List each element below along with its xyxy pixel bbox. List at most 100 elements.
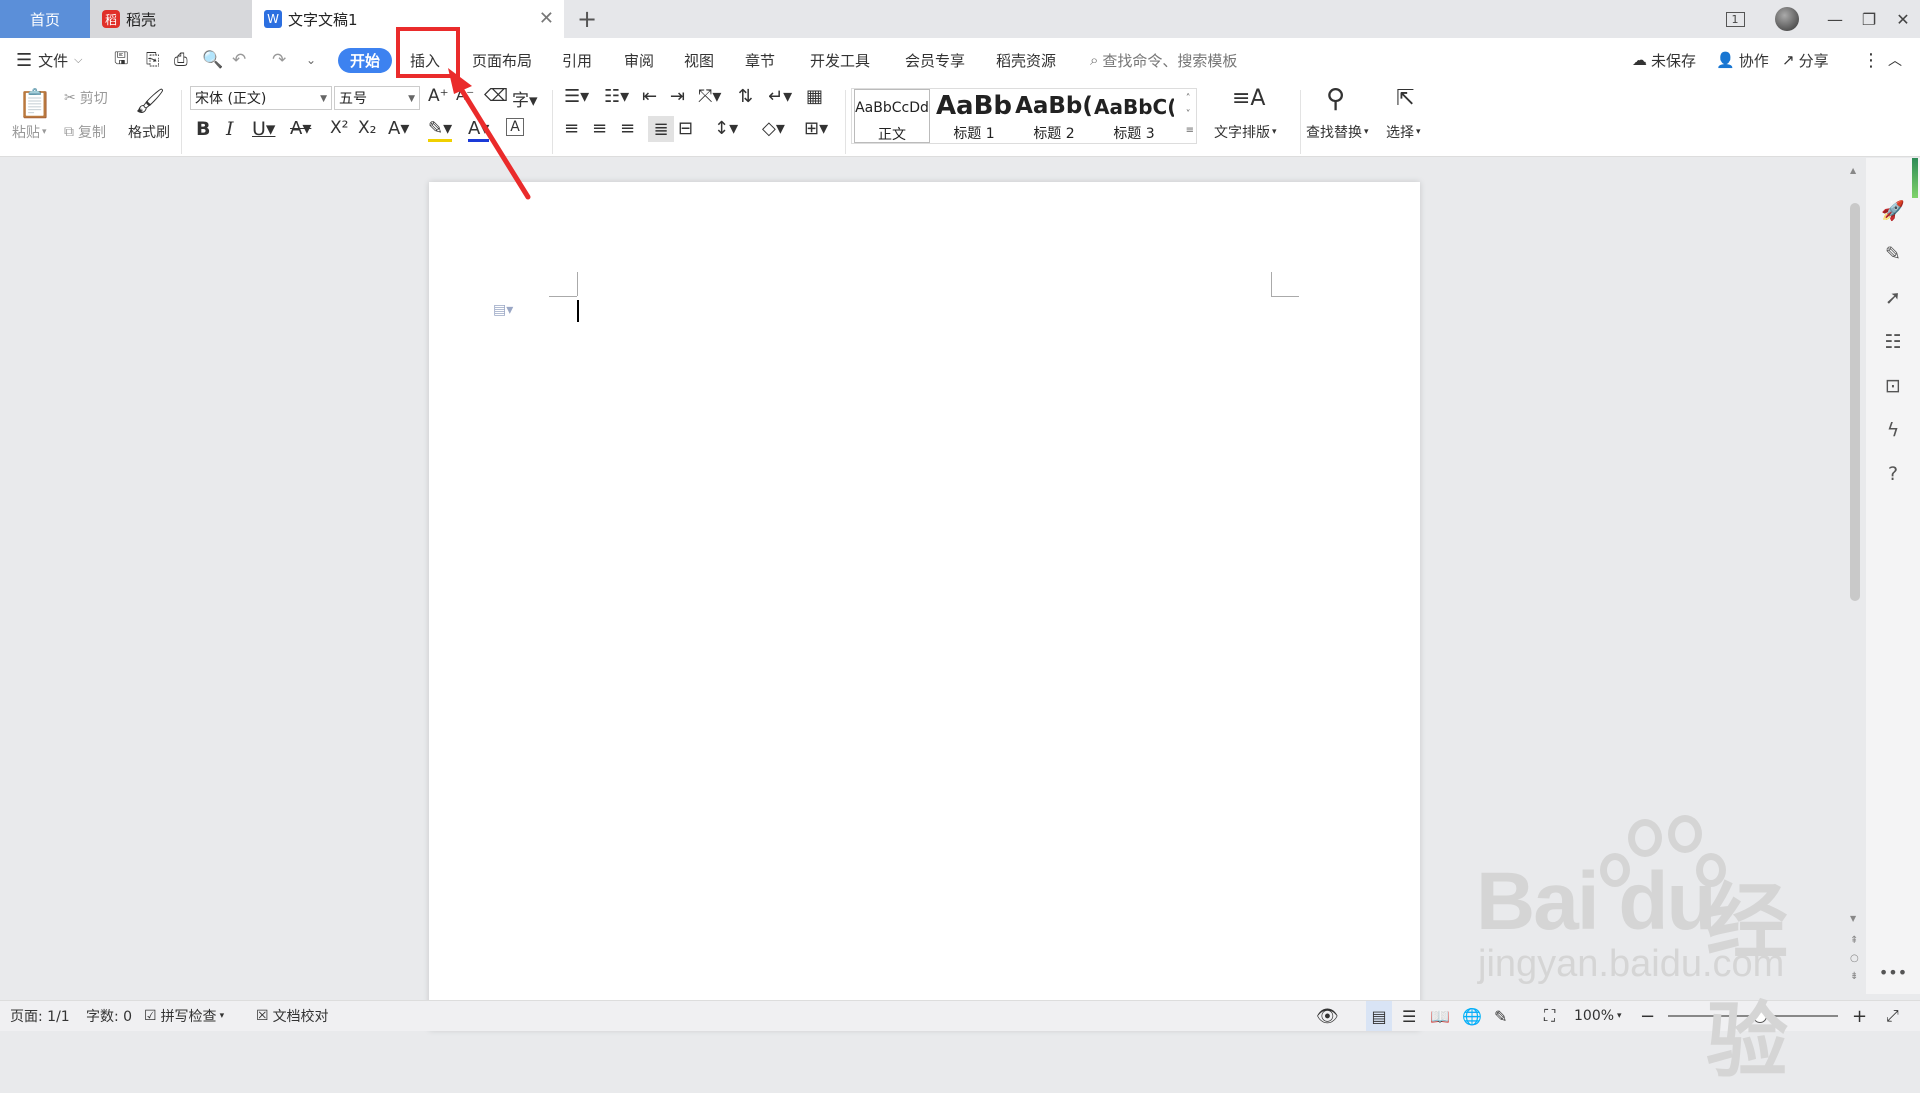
table-tabs-icon[interactable]: ▦: [806, 86, 823, 107]
clear-format-icon[interactable]: ⌫: [484, 86, 508, 106]
write-mode-icon[interactable]: ✎: [1494, 1001, 1507, 1031]
paragraph-layout-icon[interactable]: ▤▾: [493, 302, 513, 318]
char-border-icon[interactable]: A: [506, 118, 524, 136]
tab-daoke-resources[interactable]: 稻壳资源: [996, 38, 1056, 82]
highlight-icon[interactable]: ✎▾: [428, 118, 453, 142]
print-preview-icon[interactable]: 🔍: [202, 38, 223, 82]
superscript-icon[interactable]: X²: [330, 118, 348, 138]
line-spacing-icon[interactable]: ↕▾: [714, 118, 738, 139]
eye-protection-icon[interactable]: 👁: [1316, 1001, 1339, 1031]
tab-section[interactable]: 章节: [745, 38, 775, 82]
word-count[interactable]: 字数: 0: [86, 1001, 132, 1031]
style-normal[interactable]: AaBbCcDd 正文: [854, 89, 930, 143]
spell-check-button[interactable]: ☑ 拼写检查 ▾: [144, 1001, 224, 1031]
paste-icon[interactable]: 📋: [18, 86, 53, 120]
tab-start[interactable]: 开始: [338, 48, 392, 73]
chinese-layout-icon[interactable]: ⤧▾: [698, 86, 721, 107]
undo-icon[interactable]: ↶: [232, 38, 246, 82]
strikethrough-icon[interactable]: A▾: [290, 118, 311, 139]
style-heading-1[interactable]: AaBb 标题 1: [934, 89, 1014, 143]
reading-view-icon[interactable]: 📖: [1430, 1001, 1450, 1031]
decrease-indent-icon[interactable]: ⇤: [642, 86, 657, 107]
underline-icon[interactable]: U▾: [252, 118, 275, 140]
align-center-icon[interactable]: ≡: [592, 118, 607, 139]
text-effect-icon[interactable]: A▾: [388, 118, 409, 139]
collaborate-button[interactable]: 👤 协作: [1716, 38, 1769, 82]
export-pdf-icon[interactable]: ⎘: [146, 38, 160, 82]
align-right-icon[interactable]: ≡: [620, 118, 635, 139]
close-window-icon[interactable]: ✕: [1886, 0, 1920, 38]
close-icon[interactable]: ✕: [539, 8, 554, 29]
zoom-select[interactable]: 100% ▾: [1574, 1001, 1622, 1031]
document-page[interactable]: ▤▾: [429, 182, 1420, 1030]
show-marks-icon[interactable]: ↵▾: [768, 86, 792, 107]
vertical-scrollbar[interactable]: ▲ ▼ ⇞ ○ ⇟: [1846, 158, 1866, 994]
phonetic-guide-icon[interactable]: 字▾: [512, 86, 538, 111]
page-nav-icon[interactable]: ⇞ ○ ⇟: [1850, 932, 1859, 986]
tab-view[interactable]: 视图: [684, 38, 714, 82]
outline-view-icon[interactable]: ☰: [1402, 1001, 1416, 1031]
tab-references[interactable]: 引用: [562, 38, 592, 82]
page-count[interactable]: 页面: 1/1: [10, 1001, 70, 1031]
lightning-icon[interactable]: ϟ: [1881, 418, 1905, 442]
style-heading-3[interactable]: AaBbC(标题 3: [1094, 89, 1174, 143]
collapse-ribbon-icon[interactable]: ︿: [1888, 38, 1902, 82]
print-icon[interactable]: ⎙: [174, 38, 188, 82]
subscript-icon[interactable]: X₂: [358, 118, 376, 138]
decrease-font-icon[interactable]: A⁻: [456, 86, 474, 104]
find-icon[interactable]: ⚲: [1326, 84, 1345, 114]
increase-font-icon[interactable]: A⁺: [428, 86, 449, 106]
style-heading-2[interactable]: AaBb(标题 2: [1014, 89, 1094, 143]
tab-review[interactable]: 审阅: [624, 38, 654, 82]
zoom-in-icon[interactable]: +: [1852, 1001, 1867, 1031]
rocket-icon[interactable]: 🚀: [1881, 198, 1905, 222]
scroll-up-icon[interactable]: ▲: [1850, 166, 1856, 175]
text-layout-icon[interactable]: ≡A: [1232, 86, 1265, 111]
command-search[interactable]: ⌕ 查找命令、搜索模板: [1090, 38, 1237, 82]
numbered-list-icon[interactable]: ☷▾: [604, 86, 629, 107]
help-icon[interactable]: ?: [1881, 462, 1905, 486]
cursor-icon[interactable]: ➚: [1881, 286, 1905, 310]
tab-developer[interactable]: 开发工具: [810, 38, 870, 82]
tab-home[interactable]: 首页: [0, 0, 90, 38]
bold-icon[interactable]: B: [196, 118, 210, 140]
paste-button[interactable]: 粘贴 ▾: [12, 122, 47, 142]
more-options-icon[interactable]: ⋮: [1862, 38, 1880, 82]
borders-icon[interactable]: ⊞▾: [804, 118, 828, 139]
unsaved-button[interactable]: ☁ 未保存: [1632, 38, 1696, 82]
page-view-icon[interactable]: 1: [1720, 0, 1750, 38]
format-painter-button[interactable]: 格式刷: [128, 122, 170, 142]
scroll-down-icon[interactable]: ▼: [1850, 914, 1856, 923]
align-left-icon[interactable]: ≡: [564, 118, 579, 139]
proofread-button[interactable]: ☒ 文档校对: [256, 1001, 329, 1031]
redo-icon[interactable]: ↷: [272, 38, 286, 82]
restore-icon[interactable]: ❐: [1852, 0, 1886, 38]
sort-icon[interactable]: ⇅: [738, 86, 753, 107]
shading-icon[interactable]: ◇▾: [762, 118, 785, 139]
copy-button[interactable]: ⧉ 复制: [64, 122, 106, 142]
more-horizontal-icon[interactable]: •••: [1879, 960, 1907, 984]
file-menu[interactable]: ☰ 文件 ⌵: [16, 38, 83, 82]
style-scroll-icon[interactable]: ˄ ˅ ≡: [1186, 91, 1194, 139]
find-replace-button[interactable]: 查找替换 ▾: [1306, 122, 1369, 142]
fit-page-icon[interactable]: ⛶: [1544, 1001, 1555, 1031]
tab-daoke[interactable]: 稻稻壳: [90, 0, 252, 38]
save-icon[interactable]: 🖫: [114, 38, 128, 82]
cursor-select-icon[interactable]: ⇱: [1396, 86, 1414, 111]
web-view-icon[interactable]: 🌐: [1462, 1001, 1482, 1031]
quick-access-dropdown-icon[interactable]: ⌄: [306, 38, 316, 82]
image-edit-icon[interactable]: ⊡: [1881, 374, 1905, 398]
scrollbar-thumb[interactable]: [1850, 203, 1860, 601]
increase-indent-icon[interactable]: ⇥: [670, 86, 685, 107]
minimize-icon[interactable]: —: [1818, 0, 1852, 38]
cut-button[interactable]: ✂ 剪切: [64, 88, 108, 108]
sliders-icon[interactable]: ☷: [1881, 330, 1905, 354]
italic-icon[interactable]: I: [226, 118, 234, 140]
tab-page-layout[interactable]: 页面布局: [472, 38, 532, 82]
font-size-select[interactable]: 五号 ▼: [334, 86, 420, 110]
distributed-align-icon[interactable]: ⊟: [678, 118, 693, 139]
fullscreen-icon[interactable]: ⤢: [1886, 1001, 1899, 1031]
format-painter-icon[interactable]: 🖌: [132, 86, 168, 116]
font-name-select[interactable]: 宋体 (正文) ▼: [190, 86, 332, 110]
select-button[interactable]: 选择 ▾: [1386, 122, 1421, 142]
